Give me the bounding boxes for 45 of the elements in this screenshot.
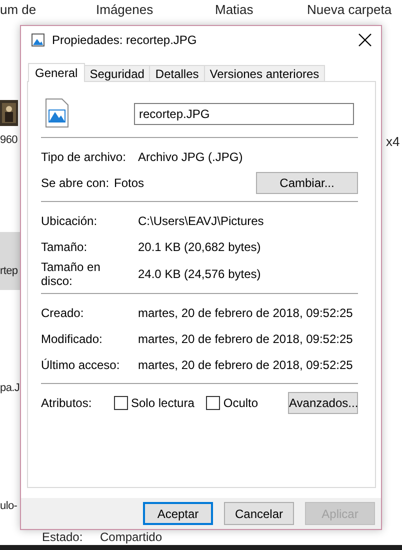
file-name[interactable]: Imágenes	[96, 2, 154, 17]
file-name-field[interactable]: recortep.JPG	[134, 103, 354, 125]
field-label: Modificado:	[41, 332, 104, 346]
close-icon[interactable]	[357, 32, 373, 48]
checkbox-label: Oculto	[223, 396, 258, 410]
tab[interactable]: General	[28, 63, 85, 82]
field-value: martes, 20 de febrero de 2018, 09:52:25	[138, 332, 353, 346]
field-value: Archivo JPG (.JPG)	[138, 150, 243, 164]
field-value: 24.0 KB (24,576 bytes)	[138, 267, 261, 281]
status-label: Estado:	[42, 531, 83, 544]
checkbox-label: Solo lectura	[131, 396, 194, 410]
field-label: Tamaño:	[41, 240, 88, 254]
file-name[interactable]: ulo-	[0, 500, 18, 512]
checkbox[interactable]	[114, 396, 128, 410]
file-name[interactable]: Matias	[215, 2, 254, 17]
field-value: 20.1 KB (20,682 bytes)	[138, 240, 261, 254]
field-label: Ubicación:	[41, 214, 98, 228]
window-title: Propiedades: recortep.JPG	[52, 32, 198, 46]
file-name[interactable]: Nueva carpeta	[307, 2, 392, 17]
file-name[interactable]: x4	[386, 134, 400, 149]
image-file-icon	[45, 98, 69, 128]
field-value: Fotos	[114, 176, 144, 190]
field-label: Atributos:	[41, 396, 93, 410]
status-value: Compartido	[100, 531, 162, 544]
file-name[interactable]: pa.J	[0, 382, 20, 394]
change-button[interactable]: Cambiar...	[256, 172, 358, 194]
field-value: martes, 20 de febrero de 2018, 09:52:25	[138, 358, 353, 372]
file-name[interactable]: um de	[0, 2, 36, 17]
tab[interactable]: Versiones anteriores	[204, 65, 326, 81]
field-value: C:\Users\EAVJ\Pictures	[138, 214, 264, 228]
field-value: martes, 20 de febrero de 2018, 09:52:25	[138, 306, 353, 320]
advanced-button[interactable]: Avanzados...	[288, 392, 358, 414]
field-label: Creado:	[41, 306, 85, 320]
tab[interactable]: Detalles	[149, 65, 205, 81]
field-label: Tipo de archivo:	[41, 150, 127, 164]
dialog-button[interactable]: Cancelar	[224, 502, 294, 525]
tab[interactable]: Seguridad	[84, 65, 150, 81]
checkbox[interactable]	[206, 396, 220, 410]
field-label: Tamaño en disco:	[41, 260, 102, 288]
dialog-button[interactable]: Aceptar	[143, 502, 213, 525]
file-name[interactable]: rtep	[0, 265, 18, 277]
field-label: Último acceso:	[41, 358, 121, 372]
file-name[interactable]: 960	[0, 134, 18, 146]
image-icon	[31, 32, 45, 46]
field-label: Se abre con:	[41, 176, 110, 190]
